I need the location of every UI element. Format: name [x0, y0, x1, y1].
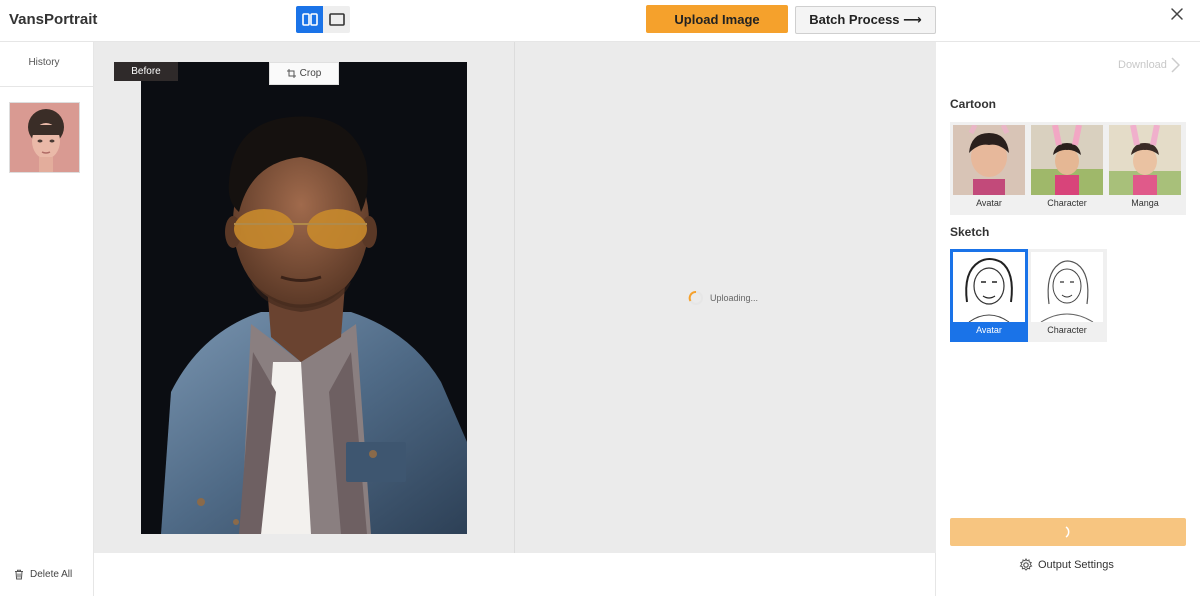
before-label: Before — [114, 62, 178, 81]
style-label: Character — [1047, 198, 1087, 208]
sketch-section-title: Sketch — [950, 225, 990, 239]
source-photo — [141, 62, 467, 534]
sketch-avatar-thumbnail — [951, 250, 1027, 324]
editor-workspace: Before Crop Uploading... — [94, 42, 936, 553]
source-photo-image — [141, 62, 467, 534]
style-label: Manga — [1131, 198, 1159, 208]
single-view-icon — [328, 13, 345, 26]
close-icon — [1171, 8, 1183, 20]
gear-icon — [1019, 558, 1033, 571]
upload-status: Uploading... — [688, 290, 758, 306]
upload-status-text: Uploading... — [710, 293, 759, 303]
cartoon-section-title: Cartoon — [950, 97, 996, 111]
processing-button[interactable] — [950, 518, 1186, 546]
style-card-cartoon-avatar[interactable]: Avatar — [950, 122, 1028, 215]
style-card-cartoon-manga[interactable]: Manga — [1106, 122, 1184, 215]
crop-button[interactable]: Crop — [269, 62, 339, 85]
history-item-thumbnail[interactable] — [9, 102, 80, 173]
history-sidebar: History Delete All — [0, 42, 94, 596]
loading-spinner-icon — [1065, 526, 1070, 538]
style-card-sketch-avatar[interactable]: Avatar — [950, 249, 1028, 342]
compare-divider — [514, 42, 515, 553]
cartoon-style-grid: Avatar Character Manga — [950, 122, 1186, 215]
style-card-cartoon-character[interactable]: Character — [1028, 122, 1106, 215]
close-button[interactable] — [1168, 5, 1186, 23]
output-settings-label: Output Settings — [1038, 559, 1114, 571]
style-label: Character — [1047, 325, 1087, 335]
style-card-sketch-character[interactable]: Character — [1028, 249, 1106, 342]
portrait-thumbnail-image — [10, 103, 79, 172]
output-settings-button[interactable]: Output Settings — [1019, 558, 1114, 572]
app-header: VansPortrait Upload Image Batch Process … — [0, 0, 1200, 42]
app-logo: VansPortrait — [9, 11, 98, 28]
history-heading: History — [28, 57, 60, 68]
history-divider — [0, 86, 93, 87]
cartoon-manga-thumbnail — [1109, 125, 1181, 195]
chevron-right-icon — [1171, 57, 1180, 73]
crop-label: Crop — [299, 68, 322, 79]
style-label: Avatar — [976, 198, 1002, 208]
split-view-button[interactable] — [296, 6, 323, 33]
cartoon-character-thumbnail — [1031, 125, 1103, 195]
view-mode-toggle — [296, 6, 350, 33]
upload-image-button[interactable]: Upload Image — [646, 5, 788, 33]
download-button[interactable]: Download — [1118, 57, 1180, 73]
style-label: Avatar — [976, 325, 1002, 335]
download-label: Download — [1118, 59, 1167, 71]
cartoon-avatar-thumbnail — [953, 125, 1025, 195]
sketch-character-thumbnail — [1031, 252, 1103, 322]
delete-all-button[interactable]: Delete All — [14, 569, 72, 580]
crop-icon — [286, 69, 296, 78]
loading-spinner-icon — [688, 291, 703, 305]
batch-process-button[interactable]: Batch Process ⟶ — [795, 6, 936, 34]
workspace-footer — [94, 553, 936, 596]
sketch-style-grid: Avatar Character — [950, 249, 1107, 342]
delete-all-label: Delete All — [30, 569, 73, 580]
trash-icon — [15, 569, 23, 580]
single-view-button[interactable] — [323, 6, 350, 33]
split-view-icon — [301, 13, 318, 26]
style-panel: Download Cartoon Avatar Character Manga … — [936, 42, 1200, 596]
